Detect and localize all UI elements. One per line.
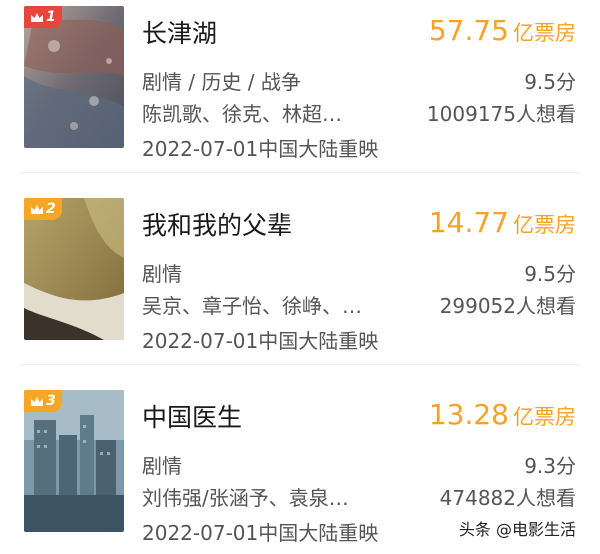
watermark: 头条 @电影生活 <box>459 516 576 540</box>
movie-title[interactable]: 长津湖 <box>142 14 217 50</box>
wish-count: 474882人想看 <box>439 486 576 510</box>
box-office-unit: 亿票房 <box>513 213 576 237</box>
rank-number: 1 <box>46 9 56 25</box>
release-row: 2022-07-01中国大陆重映 <box>142 133 576 162</box>
movie-title[interactable]: 我和我的父辈 <box>142 206 292 242</box>
movie-score: 9.3分 <box>524 454 576 478</box>
movie-score: 9.5分 <box>524 70 576 94</box>
genre-score-row: 剧情 / 历史 / 战争 9.5分 <box>142 66 576 95</box>
movie-genre: 剧情 / 历史 / 战争 <box>142 70 301 94</box>
crown-icon <box>31 12 44 22</box>
rank-badge: 3 <box>24 390 62 412</box>
wish-count: 1009175人想看 <box>426 102 576 126</box>
movie-card[interactable]: 2 我和我的父辈 14.77 亿票房 剧情 9.5分 吴京、章子怡、徐峥、… 2… <box>0 192 600 362</box>
divider <box>20 172 580 173</box>
release-info: 2022-07-01中国大陆重映 <box>142 521 379 545</box>
box-office-unit: 亿票房 <box>513 405 576 429</box>
release-row: 2022-07-01中国大陆重映 <box>142 325 576 354</box>
box-office-value: 13.28 <box>428 398 509 431</box>
cast-wish-row: 陈凯歌、徐克、林超… 1009175人想看 <box>142 98 576 127</box>
box-office: 57.75 亿票房 <box>429 14 576 47</box>
box-office-value: 14.77 <box>428 206 509 239</box>
rank-number: 2 <box>46 201 56 217</box>
movie-card[interactable]: 1 长津湖 57.75 亿票房 剧情 / 历史 / 战争 9.5分 陈凯歌、徐克… <box>0 0 600 170</box>
movie-genre: 剧情 <box>142 262 182 286</box>
movie-score: 9.5分 <box>524 262 576 286</box>
release-info: 2022-07-01中国大陆重映 <box>142 329 379 353</box>
watermark-text: 头条 @电影生活 <box>458 520 576 539</box>
divider <box>20 364 580 365</box>
box-office: 14.77 亿票房 <box>429 206 576 239</box>
rank-badge: 2 <box>24 198 62 220</box>
rank-number: 3 <box>46 393 56 409</box>
genre-score-row: 剧情 9.5分 <box>142 258 576 287</box>
box-office-value: 57.75 <box>428 14 509 47</box>
crown-icon <box>31 204 44 214</box>
movie-poster[interactable]: 3 <box>24 390 124 532</box>
box-office-unit: 亿票房 <box>513 21 576 45</box>
movie-cast: 吴京、章子怡、徐峥、… <box>142 294 362 318</box>
release-info: 2022-07-01中国大陆重映 <box>142 137 379 161</box>
movie-genre: 剧情 <box>142 454 182 478</box>
movie-cast: 陈凯歌、徐克、林超… <box>142 102 342 126</box>
movie-poster[interactable]: 2 <box>24 198 124 340</box>
crown-icon <box>31 396 44 406</box>
movie-cast: 刘伟强/张涵予、袁泉… <box>142 486 349 510</box>
movie-title[interactable]: 中国医生 <box>142 398 242 434</box>
box-office: 13.28 亿票房 <box>429 398 576 431</box>
cast-wish-row: 刘伟强/张涵予、袁泉… 474882人想看 <box>142 482 576 511</box>
wish-count: 299052人想看 <box>439 294 576 318</box>
cast-wish-row: 吴京、章子怡、徐峥、… 299052人想看 <box>142 290 576 319</box>
movie-poster[interactable]: 1 <box>24 6 124 148</box>
rank-badge: 1 <box>24 6 62 28</box>
genre-score-row: 剧情 9.3分 <box>142 450 576 479</box>
